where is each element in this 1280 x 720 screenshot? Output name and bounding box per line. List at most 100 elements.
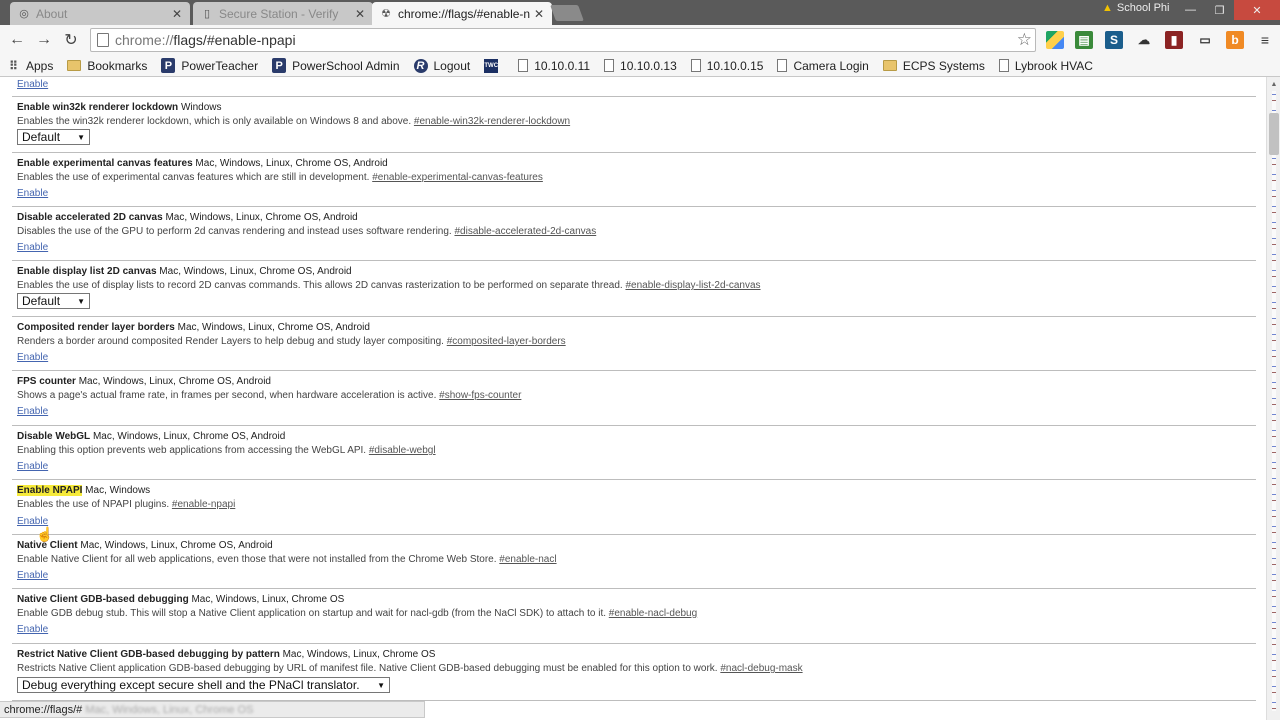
flag-enable-link[interactable]: Enable — [17, 352, 48, 363]
bookmark-10-10-0-11[interactable]: 10.10.0.11 — [518, 59, 590, 73]
powerschool-icon: P — [161, 58, 176, 73]
bookmark-10-10-0-15[interactable]: 10.10.0.15 — [690, 59, 763, 73]
reload-button[interactable]: ↻ — [60, 29, 82, 51]
maximize-button[interactable]: ❐ — [1205, 0, 1234, 20]
minimize-button[interactable]: — — [1176, 0, 1205, 20]
flag-description: Renders a border around composited Rende… — [17, 336, 566, 347]
profile-button[interactable]: ▲ School Phi — [1102, 2, 1169, 14]
flag-entry-partial: Enable — [12, 77, 1256, 97]
red-extension-icon[interactable]: ▮ — [1165, 31, 1183, 49]
flag-description: Shows a page's actual frame rate, in fra… — [17, 390, 522, 401]
flag-anchor-link[interactable]: #show-fps-counter — [439, 390, 521, 401]
flag-entry-nacl-gdb-debugging: Native Client GDB-based debugging Mac, W… — [12, 589, 1256, 644]
vertical-scrollbar[interactable]: ▲ — [1266, 77, 1280, 720]
flag-anchor-link[interactable]: #disable-webgl — [369, 445, 436, 456]
page-icon — [777, 59, 788, 72]
flag-description: Enabling this option prevents web applic… — [17, 445, 436, 456]
tab-secure-station[interactable]: ▯ Secure Station - Verify ✕ — [193, 2, 373, 25]
flag-anchor-link[interactable]: #enable-nacl-debug — [609, 608, 697, 619]
flag-title: Enable experimental canvas features Mac,… — [17, 158, 388, 169]
folder-icon — [67, 60, 82, 71]
menu-icon[interactable]: ≡ — [1256, 31, 1274, 49]
flag-anchor-link[interactable]: #enable-win32k-renderer-lockdown — [414, 116, 570, 127]
dropdown-arrow-icon: ▼ — [77, 296, 85, 306]
dropdown-arrow-icon: ▼ — [377, 680, 385, 690]
s-extension-icon[interactable]: S — [1105, 31, 1123, 49]
flag-title: Disable WebGL Mac, Windows, Linux, Chrom… — [17, 431, 286, 442]
flag-enable-link[interactable]: Enable — [17, 79, 48, 90]
flag-entry-experimental-canvas: Enable experimental canvas features Mac,… — [12, 153, 1256, 207]
page-icon: ▯ — [203, 7, 211, 20]
flag-anchor-link[interactable]: #enable-npapi — [172, 499, 235, 510]
flag-select[interactable]: Default ▼ — [17, 293, 90, 309]
flag-select[interactable]: Default ▼ — [17, 129, 90, 145]
flag-anchor-link[interactable]: #nacl-debug-mask — [720, 663, 802, 674]
page-icon — [518, 59, 529, 72]
flag-enable-link[interactable]: Enable — [17, 624, 48, 635]
flag-entry-disable-webgl: Disable WebGL Mac, Windows, Linux, Chrom… — [12, 426, 1256, 480]
flag-description: Enables the use of display lists to reco… — [17, 280, 761, 291]
cast-icon[interactable]: ▭ — [1196, 31, 1214, 49]
close-icon[interactable]: ✕ — [534, 7, 544, 21]
highlighted-flag-name: Enable NPAPI — [17, 485, 83, 496]
scroll-thumb[interactable] — [1269, 113, 1279, 155]
flag-select[interactable]: Debug everything except secure shell and… — [17, 677, 390, 693]
flag-entry-display-list-2d-canvas: Enable display list 2D canvas Mac, Windo… — [12, 261, 1256, 317]
scroll-up-arrow-icon[interactable]: ▲ — [1267, 77, 1280, 91]
flag-title: FPS counter Mac, Windows, Linux, Chrome … — [17, 376, 271, 387]
back-button[interactable]: ← — [6, 29, 28, 51]
hand-cursor-icon: ☝ — [36, 526, 54, 542]
flag-anchor-link[interactable]: #enable-display-list-2d-canvas — [625, 280, 760, 291]
new-tab-button[interactable] — [550, 5, 584, 21]
flag-anchor-link[interactable]: #composited-layer-borders — [447, 336, 566, 347]
flag-enable-link[interactable]: Enable — [17, 242, 48, 253]
apps-icon: ⠿ — [9, 58, 18, 73]
flag-title: Restrict Native Client GDB-based debuggi… — [17, 649, 436, 660]
url-text: chrome://flags/#enable-npapi — [115, 32, 296, 48]
flag-enable-link[interactable]: Enable — [17, 406, 48, 417]
flag-title: Native Client Mac, Windows, Linux, Chrom… — [17, 540, 273, 551]
flag-anchor-link[interactable]: #enable-experimental-canvas-features — [372, 172, 543, 183]
bookmark-logout[interactable]: R Logout — [413, 58, 470, 73]
page-icon — [97, 33, 109, 47]
flag-anchor-link[interactable]: #enable-nacl — [499, 554, 556, 565]
cloud-icon[interactable]: ☁ — [1135, 31, 1153, 49]
sheets-extension-icon[interactable]: ▤ — [1075, 31, 1093, 49]
bookmark-twc[interactable]: TWC — [484, 58, 504, 73]
close-icon[interactable]: ✕ — [172, 7, 182, 21]
flag-enable-link[interactable]: Enable — [17, 461, 48, 472]
bookmark-star-icon[interactable]: ☆ — [1017, 30, 1032, 50]
flag-entry-enable-npapi: Enable NPAPI Mac, Windows Enables the us… — [12, 480, 1256, 535]
status-bubble: chrome://flags/# Mac, Windows, Linux, Ch… — [0, 701, 425, 718]
tab-flags[interactable]: ☢ chrome://flags/#enable-n ✕ — [372, 2, 552, 25]
bookmark-bookmarks-folder[interactable]: Bookmarks — [67, 59, 147, 73]
google-drive-icon[interactable] — [1046, 31, 1064, 49]
bookmark-lybrook-hvac[interactable]: Lybrook HVAC — [998, 59, 1093, 73]
tab-title: About — [36, 6, 68, 21]
page-icon — [690, 59, 701, 72]
close-icon[interactable]: ✕ — [355, 7, 365, 21]
bookmark-ecps-systems[interactable]: ECPS Systems — [882, 59, 985, 73]
twc-icon: TWC — [484, 58, 499, 73]
window-close-button[interactable]: ✕ — [1234, 0, 1280, 20]
tab-about[interactable]: ◎ About ✕ — [10, 2, 190, 25]
flag-entry-accelerated-2d-canvas: Disable accelerated 2D canvas Mac, Windo… — [12, 207, 1256, 261]
address-bar[interactable]: chrome://flags/#enable-npapi ☆ — [90, 28, 1036, 52]
search-match-markers — [1272, 91, 1276, 711]
flag-enable-link[interactable]: Enable — [17, 570, 48, 581]
flag-anchor-link[interactable]: #disable-accelerated-2d-canvas — [454, 226, 596, 237]
flag-entry-native-client: Native Client Mac, Windows, Linux, Chrom… — [12, 535, 1256, 589]
bookmark-10-10-0-13[interactable]: 10.10.0.13 — [604, 59, 677, 73]
forward-button[interactable]: → — [33, 29, 55, 51]
bookmark-powerschool-admin[interactable]: P PowerSchool Admin — [272, 58, 400, 73]
toolbar: ← → ↻ chrome://flags/#enable-npapi ☆ ▤ S… — [0, 25, 1280, 55]
orange-extension-icon[interactable]: b — [1226, 31, 1244, 49]
flag-entry-fps-counter: FPS counter Mac, Windows, Linux, Chrome … — [12, 371, 1256, 426]
flag-enable-link[interactable]: Enable — [17, 188, 48, 199]
bookmark-camera-login[interactable]: Camera Login — [777, 59, 869, 73]
bookmark-apps[interactable]: ⠿ Apps — [6, 59, 53, 73]
flag-description: Enable Native Client for all web applica… — [17, 554, 557, 565]
flags-page: Enable Enable win32k renderer lockdown W… — [0, 77, 1266, 720]
flag-title: Enable NPAPI Mac, Windows — [17, 485, 151, 496]
bookmark-powerteacher[interactable]: P PowerTeacher — [161, 58, 258, 73]
